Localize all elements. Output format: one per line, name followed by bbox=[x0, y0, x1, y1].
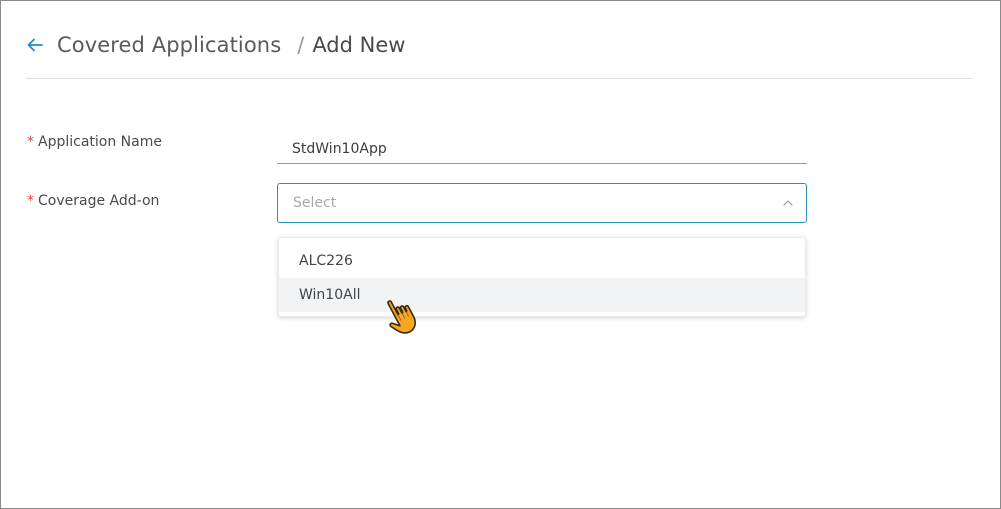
dropdown-option-alc226[interactable]: ALC226 bbox=[279, 244, 805, 278]
breadcrumb-covered-applications[interactable]: Covered Applications bbox=[57, 33, 281, 57]
coverage-addon-select[interactable]: Select bbox=[277, 183, 807, 223]
app-window: Covered Applications / Add New * Applicat… bbox=[0, 0, 1001, 509]
arrow-left-icon bbox=[27, 38, 43, 52]
application-name-label-text: Application Name bbox=[38, 134, 162, 150]
chevron-up-icon bbox=[783, 200, 793, 206]
header-divider bbox=[26, 78, 973, 79]
page-header: Covered Applications / Add New bbox=[26, 29, 405, 61]
required-marker: * bbox=[27, 134, 34, 150]
select-placeholder: Select bbox=[293, 195, 337, 211]
hand-pointer-icon bbox=[387, 300, 416, 334]
coverage-addon-dropdown: ALC226 Win10All bbox=[278, 237, 806, 317]
coverage-addon-label-text: Coverage Add-on bbox=[38, 193, 160, 209]
dropdown-option-win10all[interactable]: Win10All bbox=[279, 278, 805, 312]
application-name-input[interactable] bbox=[277, 125, 807, 164]
breadcrumb-separator: / bbox=[297, 33, 305, 57]
application-name-label: * Application Name bbox=[27, 134, 162, 150]
required-marker: * bbox=[27, 193, 34, 209]
coverage-addon-label: * Coverage Add-on bbox=[27, 193, 159, 209]
page-title: Add New bbox=[312, 33, 406, 57]
back-button[interactable] bbox=[26, 36, 44, 54]
